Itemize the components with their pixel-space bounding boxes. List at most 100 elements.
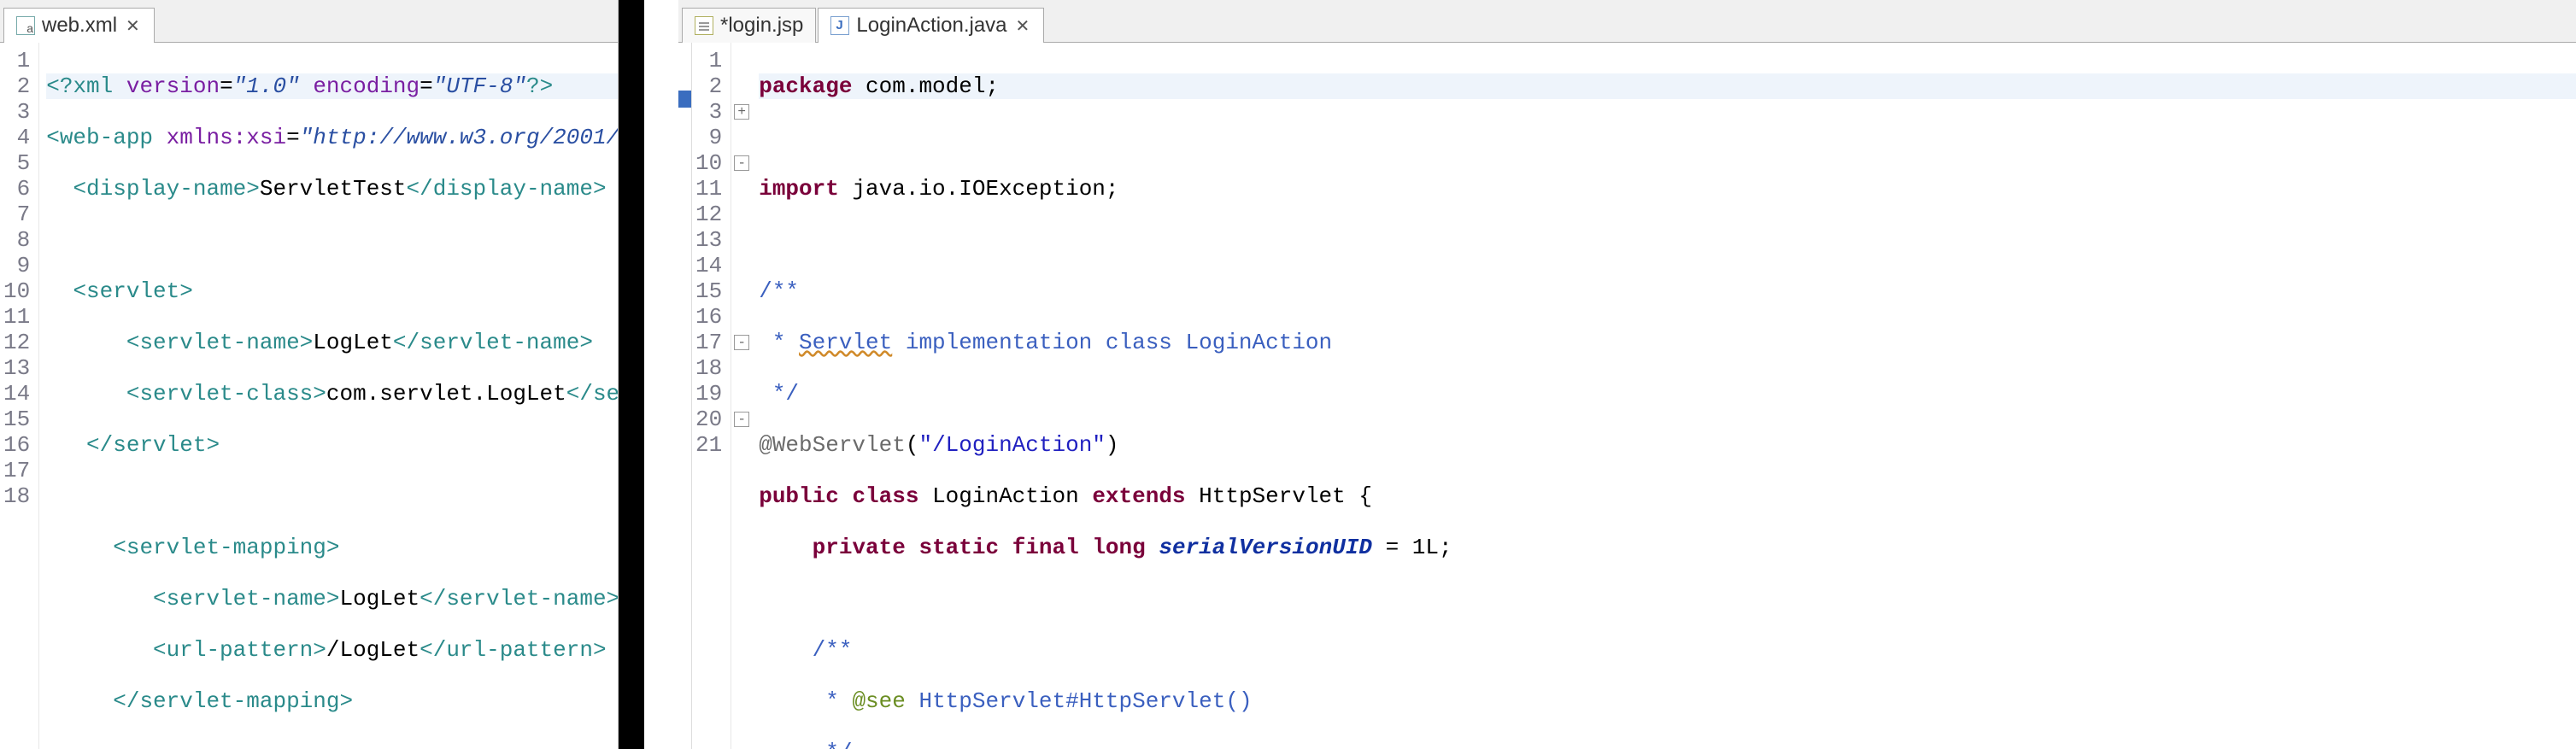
xml-pi-open: <? — [46, 73, 73, 99]
tab-web-xml[interactable]: web.xml ✕ — [3, 8, 155, 43]
code-line[interactable]: */ — [759, 740, 2576, 749]
fold-collapse-icon[interactable]: - — [734, 155, 749, 171]
java-keyword: public — [759, 483, 839, 509]
java-keyword: private — [813, 535, 906, 560]
code-line[interactable]: private static final long serialVersionU… — [759, 535, 2576, 560]
java-field: serialVersionUID — [1159, 535, 1372, 560]
code-line[interactable]: <servlet> — [46, 278, 618, 304]
xml-tag: xml — [73, 73, 113, 99]
xml-tag: <servlet-mapping> — [113, 535, 339, 560]
line-number: 7 — [3, 202, 30, 227]
left-editor-pane: web.xml ✕ 1 2 3 4 5 6 7 8 9 10 11 12 13 … — [0, 0, 619, 749]
fold-cell[interactable]: - — [731, 150, 752, 176]
left-editor[interactable]: 1 2 3 4 5 6 7 8 9 10 11 12 13 14 15 16 1… — [0, 43, 618, 749]
code-line[interactable] — [759, 227, 2576, 253]
code-line[interactable]: public class LoginAction extends HttpSer… — [759, 483, 2576, 509]
xml-tag: <web-app — [46, 125, 153, 150]
java-keyword: package — [759, 73, 852, 99]
line-number: 16 — [3, 432, 30, 458]
fold-collapse-icon[interactable]: - — [734, 335, 749, 350]
line-number: 6 — [3, 176, 30, 202]
code-line[interactable]: package com.model; — [759, 73, 2576, 99]
code-line[interactable]: * Servlet implementation class LoginActi… — [759, 330, 2576, 355]
fold-collapse-icon[interactable]: - — [734, 412, 749, 427]
ruler-mark — [678, 91, 691, 108]
line-number: 11 — [695, 176, 722, 202]
code-line[interactable]: <servlet-name>LogLet</servlet-name> — [46, 586, 618, 611]
tab-loginaction-java[interactable]: LoginAction.java ✕ — [818, 8, 1044, 43]
code-line[interactable]: <display-name>ServletTest</display-name> — [46, 176, 618, 202]
fold-expand-icon[interactable]: + — [734, 104, 749, 120]
code-line[interactable] — [46, 227, 618, 253]
code-line[interactable]: <?xml version="1.0" encoding="UTF-8"?> — [46, 73, 618, 99]
fold-cell — [731, 73, 752, 99]
xml-text: LogLet — [339, 586, 420, 611]
fold-cell — [731, 432, 752, 458]
fold-cell — [731, 253, 752, 278]
fold-cell — [731, 304, 752, 330]
pane-divider[interactable] — [619, 0, 644, 749]
tab-label: web.xml — [42, 14, 117, 38]
xml-tag: </servlet-class> — [566, 381, 618, 407]
fold-column: + - - - — [731, 43, 752, 749]
code-line[interactable]: <web-app xmlns:xsi="http://www.w3.org/20… — [46, 125, 618, 150]
fold-cell — [731, 381, 752, 407]
tab-login-jsp[interactable]: *login.jsp — [682, 8, 816, 43]
line-number: 20 — [695, 407, 722, 432]
code-line[interactable]: import java.io.IOException; — [759, 176, 2576, 202]
xml-tag: </servlet-name> — [420, 586, 618, 611]
xml-text: com.servlet.LogLet — [326, 381, 566, 407]
javadoc: */ — [813, 740, 853, 749]
code-line[interactable]: @WebServlet("/LoginAction") — [759, 432, 2576, 458]
code-line[interactable]: * @see HttpServlet#HttpServlet() — [759, 688, 2576, 714]
line-number: 17 — [3, 458, 30, 483]
fold-cell[interactable]: + — [731, 99, 752, 125]
spell-warning: Servlet — [799, 330, 892, 355]
line-number: 16 — [695, 304, 722, 330]
code-line[interactable]: <servlet-mapping> — [46, 535, 618, 560]
close-icon[interactable]: ✕ — [124, 15, 142, 37]
code-line[interactable]: <servlet-name>LogLet</servlet-name> — [46, 330, 618, 355]
line-number: 13 — [3, 355, 30, 381]
right-code-area[interactable]: package com.model; import java.io.IOExce… — [752, 43, 2576, 749]
java-keyword: import — [759, 176, 839, 202]
right-line-gutter: 1 2 3 9 10 11 12 13 14 15 16 17 18 19 20… — [692, 43, 731, 749]
left-code-area[interactable]: <?xml version="1.0" encoding="UTF-8"?> <… — [39, 43, 618, 749]
line-number: 17 — [695, 330, 722, 355]
xml-tag: <display-name> — [73, 176, 259, 202]
java-file-icon — [830, 16, 849, 35]
java-text: com.model; — [852, 73, 999, 99]
tab-label: *login.jsp — [720, 14, 803, 38]
close-icon[interactable]: ✕ — [1014, 15, 1032, 37]
code-line[interactable]: */ — [759, 381, 2576, 407]
code-line[interactable]: /** — [759, 278, 2576, 304]
code-line[interactable]: /** — [759, 637, 2576, 663]
xml-text: /LogLet — [326, 637, 420, 663]
line-number: 14 — [695, 253, 722, 278]
line-number: 13 — [695, 227, 722, 253]
java-keyword: class — [852, 483, 918, 509]
code-line[interactable]: <servlet-class>com.servlet.LogLet</servl… — [46, 381, 618, 407]
right-editor-pane: *login.jsp LoginAction.java ✕ 1 2 3 9 10… — [678, 0, 2576, 749]
code-line[interactable] — [759, 586, 2576, 611]
xml-tag: <url-pattern> — [153, 637, 326, 663]
code-line[interactable] — [46, 483, 618, 509]
xml-text: LogLet — [313, 330, 393, 355]
java-text: = 1L; — [1372, 535, 1452, 560]
xml-tag: </servlet> — [86, 432, 220, 458]
line-number: 11 — [3, 304, 30, 330]
code-line[interactable] — [759, 125, 2576, 150]
line-number: 2 — [3, 73, 30, 99]
fold-cell[interactable]: - — [731, 330, 752, 355]
code-line[interactable]: </servlet-mapping> — [46, 688, 618, 714]
xml-attr: xmlns:xsi — [167, 125, 286, 150]
right-editor[interactable]: 1 2 3 9 10 11 12 13 14 15 16 17 18 19 20… — [678, 43, 2576, 749]
code-line[interactable]: <url-pattern>/LogLet</url-pattern> — [46, 637, 618, 663]
code-line[interactable] — [46, 740, 618, 749]
code-line[interactable]: </servlet> — [46, 432, 618, 458]
fold-cell[interactable]: - — [731, 407, 752, 432]
java-text: LoginAction — [918, 483, 1092, 509]
java-text: HttpServlet { — [1186, 483, 1372, 509]
line-number: 19 — [695, 381, 722, 407]
xml-value: "http://www.w3.org/2001/XMLSchema-instan… — [300, 125, 618, 150]
